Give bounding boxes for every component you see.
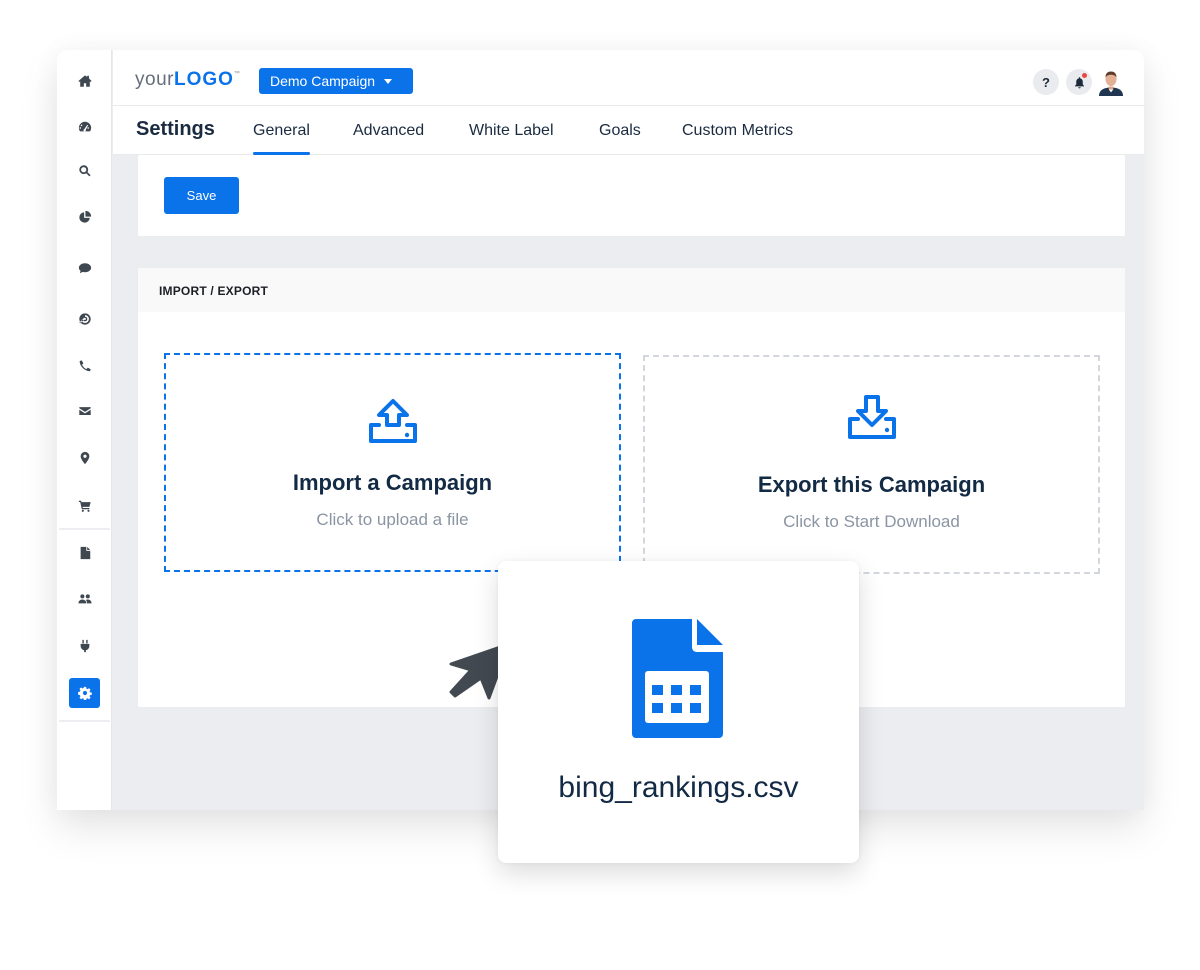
target-icon <box>78 313 91 325</box>
plug-icon <box>80 639 89 653</box>
shopping-cart-icon <box>78 500 91 512</box>
logo-text-prefix: your <box>135 69 174 90</box>
home-icon <box>77 75 92 87</box>
export-dropzone[interactable]: Export this Campaign Click to Start Down… <box>643 355 1100 574</box>
dashboard-gauge-icon <box>78 121 91 132</box>
sidebar-item-ecommerce[interactable] <box>69 491 100 521</box>
notification-badge <box>1082 73 1087 78</box>
import-subtitle: Click to upload a file <box>316 510 469 529</box>
download-icon <box>847 395 896 439</box>
sidebar-item-search[interactable] <box>69 156 100 186</box>
top-bar: yourLOGO™ Demo Campaign ? <box>113 50 1144 106</box>
sidebar-item-dashboard[interactable] <box>69 112 100 142</box>
tab-custom-metrics[interactable]: Custom Metrics <box>682 122 793 155</box>
sidebar-item-integrations[interactable] <box>69 631 100 661</box>
settings-tab-bar: Settings General Advanced White Label Go… <box>113 106 1144 155</box>
sidebar-item-calls[interactable] <box>69 351 100 381</box>
notifications-button[interactable] <box>1066 69 1092 95</box>
file-icon <box>80 546 90 560</box>
sidebar-divider <box>59 720 110 722</box>
save-button[interactable]: Save <box>164 177 239 214</box>
envelope-icon <box>78 407 91 415</box>
search-icon <box>78 165 91 177</box>
sidebar-item-home[interactable] <box>69 66 100 96</box>
header: yourLOGO™ Demo Campaign ? Settings Gener… <box>113 50 1144 155</box>
export-title: Export this Campaign <box>757 472 986 497</box>
sidebar-divider <box>59 528 110 530</box>
csv-file-icon <box>632 619 723 738</box>
sidebar-item-documents[interactable] <box>69 538 100 568</box>
tab-advanced[interactable]: Advanced <box>353 122 424 155</box>
page-title: Settings <box>136 118 215 140</box>
gear-icon <box>77 686 92 700</box>
sidebar-item-email[interactable] <box>69 396 100 426</box>
campaign-selector[interactable]: Demo Campaign <box>259 68 413 94</box>
logo-trademark: ™ <box>233 71 241 77</box>
users-icon <box>77 594 92 604</box>
tab-white-label[interactable]: White Label <box>469 122 554 155</box>
sidebar-item-users[interactable] <box>69 584 100 614</box>
phone-icon <box>79 360 91 372</box>
pie-chart-icon <box>78 210 91 223</box>
sidebar-item-local[interactable] <box>69 443 100 473</box>
export-subtitle: Click to Start Download <box>783 512 960 531</box>
save-panel: Save <box>138 155 1125 236</box>
chat-bubble-icon <box>78 263 91 274</box>
file-name: bing_rankings.csv <box>558 771 799 804</box>
upload-icon <box>368 399 417 443</box>
tab-goals[interactable]: Goals <box>599 122 641 155</box>
sidebar-item-reports[interactable] <box>69 202 100 232</box>
help-button[interactable]: ? <box>1033 69 1059 95</box>
logo[interactable]: yourLOGO™ <box>135 69 240 91</box>
tab-general[interactable]: General <box>253 122 310 155</box>
campaign-selector-label: Demo Campaign <box>270 73 376 89</box>
avatar[interactable] <box>1098 68 1124 96</box>
import-dropzone[interactable]: Import a Campaign Click to upload a file <box>164 353 621 572</box>
section-title: IMPORT / EXPORT <box>138 268 1125 312</box>
map-pin-icon <box>80 451 89 465</box>
import-title: Import a Campaign <box>292 470 493 495</box>
dragged-file-card[interactable]: bing_rankings.csv <box>498 561 859 863</box>
sidebar-item-settings[interactable] <box>69 678 100 708</box>
caret-down-icon <box>384 78 393 84</box>
sidebar <box>57 50 112 810</box>
help-icon: ? <box>1042 74 1050 90</box>
logo-text-bold: LOGO <box>173 69 234 90</box>
sidebar-item-target[interactable] <box>69 304 100 334</box>
sidebar-item-chat[interactable] <box>69 253 100 283</box>
